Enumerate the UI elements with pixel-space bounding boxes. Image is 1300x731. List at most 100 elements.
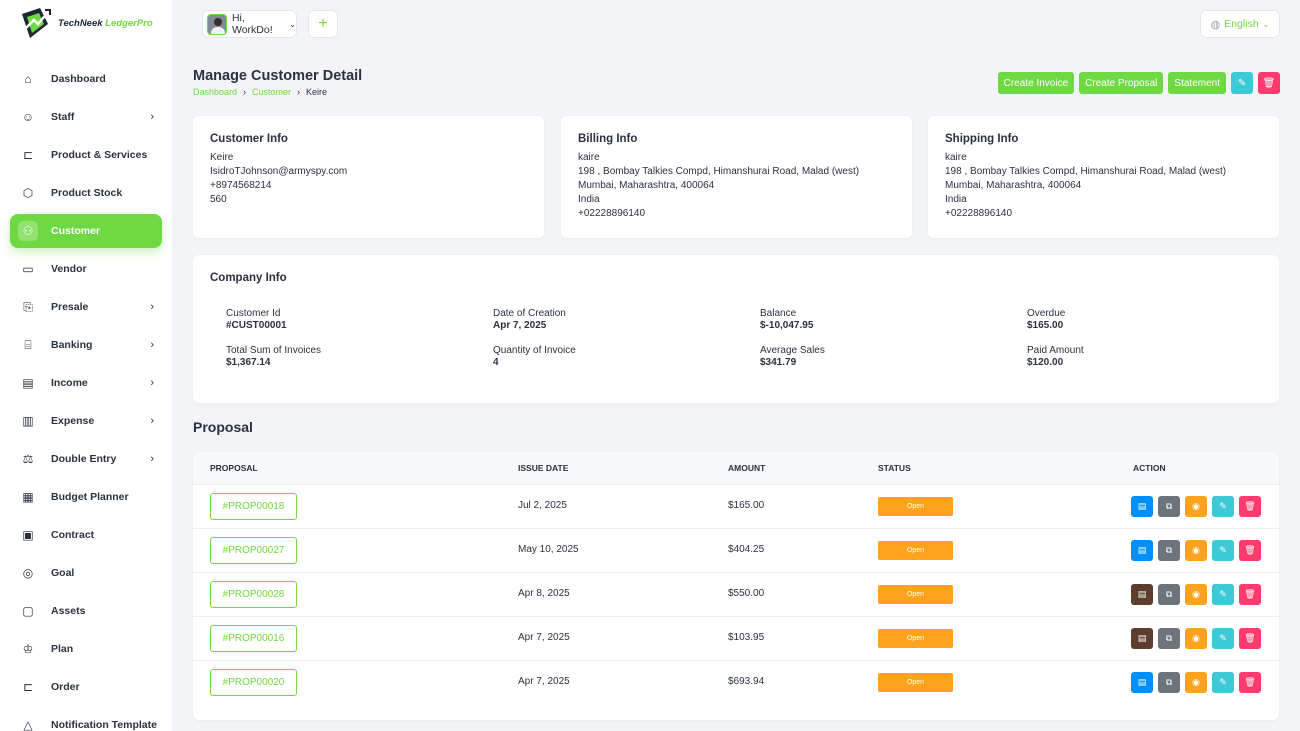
document-icon: ▤	[1137, 501, 1147, 511]
stat-label: Paid Amount	[1027, 345, 1084, 356]
bank-icon: ⌸	[24, 337, 32, 352]
edit-button[interactable]: ✎	[1212, 672, 1234, 693]
amount: $165.00	[728, 500, 765, 511]
create-invoice-button[interactable]: Create Invoice	[997, 72, 1075, 94]
edit-button[interactable]: ✎	[1212, 496, 1234, 517]
delete-button[interactable]: 🗑	[1239, 540, 1261, 561]
sidebar-item-label: Customer	[51, 225, 101, 237]
edit-button[interactable]: ✎	[1212, 584, 1234, 605]
duplicate-button[interactable]: ⧉	[1158, 496, 1180, 517]
sidebar-item-plan[interactable]: ♔ Plan	[10, 632, 162, 666]
billing-info-title: Billing Info	[578, 133, 638, 145]
proposal-id-link[interactable]: #PROP00016	[210, 625, 297, 652]
breadcrumb-customer[interactable]: Customer	[252, 87, 291, 97]
proposal-id-link[interactable]: #PROP00018	[210, 493, 297, 520]
document-icon: ▤	[1137, 545, 1147, 555]
view-button[interactable]: ◉	[1185, 628, 1207, 649]
quick-add-button[interactable]: +	[308, 10, 338, 38]
statement-button[interactable]: Statement	[1168, 72, 1226, 94]
proposal-id-link[interactable]: #PROP00027	[210, 537, 297, 564]
document-icon: ▤	[1137, 589, 1147, 599]
shipping-info-title: Shipping Info	[945, 133, 1019, 145]
sidebar-item-contract[interactable]: ▣ Contract	[10, 518, 162, 552]
user-menu[interactable]: Hi, WorkDo! ⌄	[202, 10, 297, 38]
sidebar-item-presale[interactable]: ⎘ Presale ›	[10, 290, 162, 324]
status-badge: Open	[878, 585, 953, 604]
view-button[interactable]: ◉	[1185, 672, 1207, 693]
sidebar-item-dashboard[interactable]: ⌂ Dashboard	[10, 62, 162, 96]
brand-logo[interactable]: TechNeek LedgerPro	[18, 3, 158, 43]
page-actions: Create Invoice Create Proposal Statement…	[997, 72, 1280, 94]
home-icon: ⌂	[24, 72, 32, 86]
trash-icon: 🗑	[1244, 633, 1256, 643]
proposal-id-link[interactable]: #PROP00020	[210, 669, 297, 696]
info-line: Keire	[210, 152, 234, 163]
convert-button[interactable]: ▤	[1131, 540, 1153, 561]
create-proposal-button[interactable]: Create Proposal	[1079, 72, 1164, 94]
copy-icon: ⧉	[1165, 589, 1173, 599]
sidebar-item-product-services[interactable]: ⊏ Product & Services	[10, 138, 162, 172]
convert-button[interactable]: ▤	[1131, 496, 1153, 517]
breadcrumb-dashboard[interactable]: Dashboard	[193, 87, 237, 97]
duplicate-button[interactable]: ⧉	[1158, 672, 1180, 693]
pencil-icon: ✎	[1219, 545, 1227, 555]
info-line: Mumbai, Maharashtra, 400064	[578, 180, 715, 191]
delete-button[interactable]: 🗑	[1239, 584, 1261, 605]
sidebar-item-label: Contract	[51, 529, 95, 541]
sidebar-item-customer[interactable]: ⚇ Customer	[10, 214, 162, 248]
sidebar-item-income[interactable]: ▤ Income ›	[10, 366, 162, 400]
proposal-id-link[interactable]: #PROP00028	[210, 581, 297, 608]
chevron-right-icon: ›	[150, 111, 154, 123]
bell-icon: △	[23, 718, 33, 731]
view-button[interactable]: ◉	[1185, 584, 1207, 605]
chevron-right-icon: ›	[150, 377, 154, 389]
scale-icon: ⚖	[22, 452, 34, 466]
language-label: English	[1224, 18, 1259, 30]
sidebar-item-assets[interactable]: ▢ Assets	[10, 594, 162, 628]
proposal-section-title: Proposal	[193, 419, 253, 435]
col-amount: AMOUNT	[728, 463, 766, 473]
duplicate-button[interactable]: ⧉	[1158, 628, 1180, 649]
view-button[interactable]: ◉	[1185, 496, 1207, 517]
sidebar-item-label: Assets	[51, 605, 86, 617]
sidebar-item-expense[interactable]: ▥ Expense ›	[10, 404, 162, 438]
sidebar-item-double-entry[interactable]: ⚖ Double Entry ›	[10, 442, 162, 476]
duplicate-button[interactable]: ⧉	[1158, 584, 1180, 605]
edit-customer-button[interactable]: ✎	[1231, 72, 1253, 94]
edit-button[interactable]: ✎	[1212, 628, 1234, 649]
delete-button[interactable]: 🗑	[1239, 496, 1261, 517]
edit-button[interactable]: ✎	[1212, 540, 1234, 561]
view-button[interactable]: ◉	[1185, 540, 1207, 561]
breadcrumb-current: Keire	[306, 87, 328, 97]
chevron-right-icon: ›	[243, 87, 247, 97]
sidebar-item-label: Product & Services	[51, 149, 148, 161]
duplicate-button[interactable]: ⧉	[1158, 540, 1180, 561]
trash-icon: 🗑	[1262, 77, 1276, 89]
convert-button[interactable]: ▤	[1131, 672, 1153, 693]
sidebar-item-goal[interactable]: ◎ Goal	[10, 556, 162, 590]
delete-customer-button[interactable]: 🗑	[1258, 72, 1280, 94]
language-selector[interactable]: ◍ English ⌄	[1200, 10, 1280, 38]
sidebar-item-banking[interactable]: ⌸ Banking ›	[10, 328, 162, 362]
info-line: kaire	[945, 152, 967, 163]
row-actions: ▤ ⧉ ◉ ✎ 🗑	[1131, 540, 1261, 561]
convert-button[interactable]: ▤	[1131, 584, 1153, 605]
sidebar-item-order[interactable]: ⊏ Order	[10, 670, 162, 704]
sidebar-item-staff[interactable]: ☺ Staff ›	[10, 100, 162, 134]
stat-value: $120.00	[1027, 357, 1064, 368]
info-line: +8974568214	[210, 180, 272, 191]
info-line: +02228896140	[578, 208, 646, 219]
company-info-card: Company Info Customer Id #CUST00001 Date o…	[193, 255, 1279, 403]
convert-button[interactable]: ▤	[1131, 628, 1153, 649]
brand-name: TechNeek LedgerPro	[58, 17, 153, 29]
sidebar-item-budget-planner[interactable]: ▦ Budget Planner	[10, 480, 162, 514]
table-row: #PROP00028 Apr 8, 2025 $550.00 Open ▤ ⧉ ◉ ✎ 🗑	[193, 572, 1279, 616]
sidebar-item-product-stock[interactable]: ⬡ Product Stock	[10, 176, 162, 210]
chevron-right-icon: ›	[150, 415, 154, 427]
sidebar-item-notification-template[interactable]: △ Notification Template	[10, 708, 162, 731]
sidebar-item-vendor[interactable]: ▭ Vendor	[10, 252, 162, 286]
delete-button[interactable]: 🗑	[1239, 628, 1261, 649]
delete-button[interactable]: 🗑	[1239, 672, 1261, 693]
status-badge: Open	[878, 673, 953, 692]
trophy-icon: ♔	[22, 642, 34, 656]
